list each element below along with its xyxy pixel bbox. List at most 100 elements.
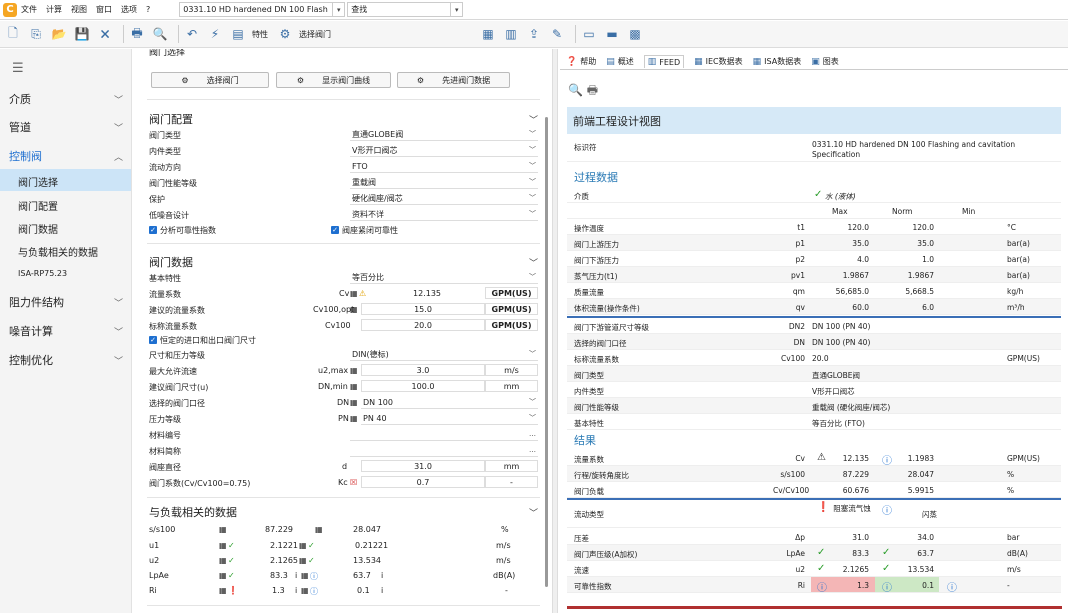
calc-icon[interactable]: ▦ <box>350 305 358 314</box>
constant-size-checkbox[interactable]: ✓ <box>149 336 157 344</box>
window-icon[interactable]: ▭ <box>580 25 598 43</box>
vmax-unit[interactable]: m/s <box>485 364 538 376</box>
calc-icon[interactable]: ▦ <box>350 414 358 423</box>
sidebar-item-noise[interactable]: 噪音计算 <box>9 323 53 339</box>
settings-icon[interactable]: ✎ <box>548 25 566 43</box>
calc-icon[interactable]: ▦ <box>315 525 323 534</box>
basic-char-select[interactable]: 等百分比 ﹀ <box>350 271 538 284</box>
flow-coef-unit[interactable]: GPM(US) <box>485 287 538 299</box>
sidebar-item-medium[interactable]: 介质 <box>9 91 31 107</box>
chevron-down-icon[interactable]: ﹀ <box>114 296 123 309</box>
calc-icon[interactable]: ▦ <box>219 541 227 550</box>
properties-icon[interactable]: ▤ <box>229 25 247 43</box>
protection-select[interactable]: 硬化阀座/阀芯 ﹀ <box>350 192 538 205</box>
sidebar-sub-load-data[interactable]: 与负载相关的数据 <box>18 244 98 259</box>
pn-select[interactable]: PN 40 ﹀ <box>361 412 538 425</box>
low-noise-select[interactable]: 资料不详 ﹀ <box>350 208 538 221</box>
calc-icon[interactable]: ▦ <box>301 571 309 580</box>
calc-icon[interactable]: ▦ <box>350 366 358 375</box>
chevron-down-icon[interactable]: ﹀ <box>114 121 123 134</box>
std-select[interactable]: DIN(德标) ﹀ <box>350 348 538 361</box>
seat-diameter-input[interactable]: 31.0 <box>361 460 485 472</box>
search-combo[interactable]: 查找 ▾ <box>347 2 464 17</box>
tab-iec[interactable]: ▦ IEC数据表 <box>694 56 743 67</box>
calc-icon[interactable]: ▦ <box>219 525 227 534</box>
select-valve-label[interactable]: 选择阀门 <box>299 29 331 40</box>
menu-help[interactable]: ? <box>146 5 150 14</box>
report-icon[interactable]: ▥ <box>502 25 520 43</box>
menu-options[interactable]: 选项 <box>121 4 137 15</box>
calc-icon[interactable]: ▦ <box>350 398 358 407</box>
print-icon[interactable]: 🖶 <box>128 25 146 43</box>
print-preview-icon[interactable]: 🔍 <box>151 25 169 43</box>
tab-chart[interactable]: ▣ 图表 <box>811 56 839 67</box>
calc-icon[interactable]: ▦ <box>219 586 227 595</box>
nom-coef-unit[interactable]: GPM(US) <box>485 319 538 331</box>
calc-icon[interactable]: ▦ <box>299 556 307 565</box>
datasheet-icon[interactable]: ▦ <box>479 25 497 43</box>
sidebar-sub-valve-select[interactable]: 阀门选择 <box>18 174 58 189</box>
sidebar-item-optimize[interactable]: 控制优化 <box>9 352 53 368</box>
tab-feed[interactable]: ▥ FEED <box>643 55 685 68</box>
new-file-icon[interactable]: 🗋 <box>4 25 22 43</box>
show-curve-button[interactable]: ⚙ 显示阀门曲线 <box>276 72 391 88</box>
panel-splitter[interactable] <box>552 49 558 613</box>
sidebar-item-control-valve[interactable]: 控制阀 <box>9 148 42 164</box>
nom-coef-input[interactable]: 20.0 <box>361 319 485 331</box>
calc-error-icon[interactable]: ☒ <box>350 478 357 487</box>
trim-type-select[interactable]: V形开口阀芯 ﹀ <box>350 144 538 157</box>
sidebar-item-resistance[interactable]: 阻力件结构 <box>9 294 64 310</box>
copy-icon[interactable]: ⎘ <box>27 25 45 43</box>
seat-diameter-unit[interactable]: mm <box>485 460 538 472</box>
dn-select[interactable]: DN 100 ﹀ <box>361 396 538 409</box>
menu-file[interactable]: 文件 <box>21 4 37 15</box>
calculate-icon[interactable]: ⚡ <box>206 25 224 43</box>
material-abbr-field[interactable]: … <box>350 444 538 457</box>
export-icon[interactable]: ⇪ <box>525 25 543 43</box>
calc-icon[interactable]: ▦ <box>219 571 227 580</box>
reliability-checkbox[interactable]: ✓ <box>149 226 157 234</box>
chevron-down-icon[interactable]: ﹀ <box>529 256 538 269</box>
tab-help[interactable]: ❓ 帮助 <box>566 56 596 67</box>
chevron-down-icon[interactable]: ﹀ <box>114 325 123 338</box>
chevron-down-icon[interactable]: ﹀ <box>529 113 538 126</box>
advanced-data-button[interactable]: ⚙ 先进阀门数据 <box>397 72 510 88</box>
hamburger-icon[interactable]: ☰ <box>12 61 24 76</box>
calc-icon[interactable]: ▦ <box>219 556 227 565</box>
open-folder-icon[interactable]: 📂 <box>50 25 68 43</box>
close-file-icon[interactable]: 🗙 <box>96 25 114 43</box>
zoom-icon[interactable]: 🔍 <box>568 83 583 97</box>
calc-icon[interactable]: ▦ <box>301 586 309 595</box>
tab-overview[interactable]: ▤ 概述 <box>606 56 634 67</box>
sugg-coef-input[interactable]: 15.0 <box>361 303 485 315</box>
valve-type-select[interactable]: 直通GLOBE阀 ﹀ <box>350 128 538 141</box>
chevron-down-icon[interactable]: ﹀ <box>529 506 538 519</box>
print-icon[interactable]: 🖶 <box>587 83 598 97</box>
select-valve-icon[interactable]: ⚙ <box>276 25 294 43</box>
seat-tight-checkbox[interactable]: ✓ <box>331 226 339 234</box>
sidebar-sub-valve-data[interactable]: 阀门数据 <box>18 221 58 236</box>
chevron-down-icon[interactable]: ﹀ <box>114 93 123 106</box>
sidebar-sub-valve-config[interactable]: 阀门配置 <box>18 198 58 213</box>
chevron-up-icon[interactable]: ︿ <box>114 150 123 163</box>
material-no-field[interactable]: … <box>350 428 538 441</box>
dnmin-unit[interactable]: mm <box>485 380 538 392</box>
menu-calc[interactable]: 计算 <box>46 4 62 15</box>
sidebar-item-pipe[interactable]: 管道 <box>9 119 31 135</box>
calc-icon[interactable]: ▦ <box>350 382 358 391</box>
calc-icon[interactable]: ▦ <box>350 289 358 298</box>
flow-direction-select[interactable]: FTO ﹀ <box>350 160 538 173</box>
save-icon[interactable]: 💾 <box>73 25 91 43</box>
scrollbar-thumb[interactable] <box>545 117 548 587</box>
menu-view[interactable]: 视图 <box>71 4 87 15</box>
performance-class-select[interactable]: 重载阀 ﹀ <box>350 176 538 189</box>
sugg-coef-unit[interactable]: GPM(US) <box>485 303 538 315</box>
properties-label[interactable]: 特性 <box>252 29 268 40</box>
project-select[interactable]: 0331.10 HD hardened DN 100 Flash ▾ <box>179 2 346 17</box>
select-valve-button[interactable]: ⚙ 选择阀门 <box>151 72 269 88</box>
calc-icon[interactable]: ▦ <box>299 541 307 550</box>
tab-isa[interactable]: ▦ ISA数据表 <box>753 56 802 67</box>
undo-icon[interactable]: ↶ <box>183 25 201 43</box>
vmax-input[interactable]: 3.0 <box>361 364 485 376</box>
window-split-icon[interactable]: ▬ <box>603 25 621 43</box>
